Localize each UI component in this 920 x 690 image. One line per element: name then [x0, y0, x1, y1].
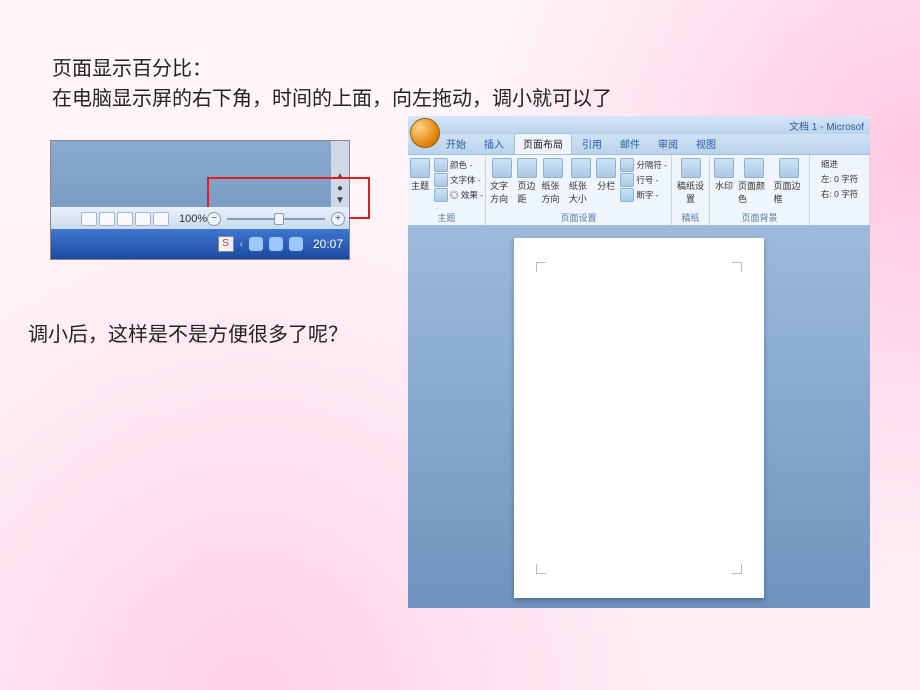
tray-icon-1[interactable]	[249, 237, 263, 251]
page-borders-button[interactable]: 页面边框	[774, 158, 806, 205]
breaks-icon	[620, 158, 634, 172]
theme-fonts-button[interactable]: 文字体 -	[434, 173, 483, 187]
group-paper-label: 稿纸	[681, 210, 699, 224]
tab-mailings[interactable]: 邮件	[612, 134, 648, 154]
tray-chevron-icon[interactable]: ‹	[240, 239, 243, 250]
orientation-button[interactable]: 纸张方向	[541, 158, 564, 205]
hyphenation-icon	[620, 188, 634, 202]
group-indent: 缩进 左: 0 字符 右: 0 字符	[810, 155, 870, 225]
document-page[interactable]	[514, 238, 764, 598]
page-setup-sub: 分隔符 - 行号 - 断字 -	[620, 158, 667, 202]
tab-home[interactable]: 开始	[438, 134, 474, 154]
ime-icon[interactable]: S	[218, 236, 234, 252]
tray-icon-2[interactable]	[269, 237, 283, 251]
orientation-icon	[543, 158, 563, 178]
margin-mark-bl-icon	[536, 564, 546, 574]
view-print-layout-icon[interactable]	[81, 212, 97, 226]
group-page-setup-label: 页面设置	[560, 210, 596, 224]
instruction-text: 页面显示百分比： 在电脑显示屏的右下角，时间的上面，向左拖动，调小就可以了	[52, 54, 692, 114]
ribbon-tabs: 开始 插入 页面布局 引用 邮件 审阅 视图	[408, 134, 870, 154]
line-numbers-icon	[620, 173, 634, 187]
theme-colors-button[interactable]: 颜色 -	[434, 158, 483, 172]
taskbar-clock[interactable]: 20:07	[313, 237, 343, 251]
columns-icon	[596, 158, 616, 178]
group-theme: 主题 颜色 - 文字体 - ◎ 效果 - 主题	[408, 155, 486, 225]
zoom-slider[interactable]	[227, 212, 325, 226]
size-button[interactable]: 纸张大小	[569, 158, 592, 205]
text-direction-icon	[492, 158, 512, 178]
view-outline-icon[interactable]	[135, 212, 151, 226]
view-draft-icon[interactable]	[153, 212, 169, 226]
manuscript-button[interactable]: 稿纸设置	[676, 158, 705, 205]
windows-taskbar: S ‹ 20:07	[51, 229, 349, 259]
themes-label: 主题	[411, 179, 429, 192]
tab-review[interactable]: 审阅	[650, 134, 686, 154]
tab-view[interactable]: 视图	[688, 134, 724, 154]
effects-icon	[434, 188, 448, 202]
breaks-button[interactable]: 分隔符 -	[620, 158, 667, 172]
group-page-setup: 文字方向 页边距 纸张方向 纸张大小 分栏 分隔符 - 行号 - 断字 - 页面…	[486, 155, 672, 225]
zoom-out-button[interactable]: −	[207, 212, 221, 226]
margin-mark-tl-icon	[536, 262, 546, 272]
ribbon: 主题 颜色 - 文字体 - ◎ 效果 - 主题 文字方向 页边距 纸张方向 纸张…	[408, 154, 870, 226]
page-borders-icon	[779, 158, 799, 178]
tab-insert[interactable]: 插入	[476, 134, 512, 154]
group-paper: 稿纸设置 稿纸	[672, 155, 710, 225]
word-window-screenshot: 文档 1 - Microsof 开始 插入 页面布局 引用 邮件 审阅 视图 主…	[408, 116, 870, 608]
page-color-button[interactable]: 页面颜色	[738, 158, 770, 205]
palette-icon	[434, 158, 448, 172]
watermark-icon	[714, 158, 734, 178]
tab-references[interactable]: 引用	[574, 134, 610, 154]
zoom-thumb-icon[interactable]	[274, 213, 284, 225]
group-page-bg: 水印 页面颜色 页面边框 页面背景	[710, 155, 810, 225]
line1: 页面显示百分比：	[52, 58, 212, 80]
zoom-control-screenshot: ▲ ● ▼ 100% − + S ‹ 20:07	[50, 140, 350, 260]
group-page-bg-label: 页面背景	[741, 210, 777, 224]
watermark-button[interactable]: 水印	[714, 158, 734, 192]
system-tray: S ‹ 20:07	[218, 236, 343, 252]
line2: 在电脑显示屏的右下角，时间的上面，向左拖动，调小就可以了	[52, 88, 612, 110]
zoom-track	[227, 218, 325, 220]
page-color-icon	[744, 158, 764, 178]
word-status-bar: 100% − +	[51, 207, 349, 231]
tab-page-layout[interactable]: 页面布局	[514, 133, 572, 154]
word-title: 文档 1 - Microsof	[789, 118, 864, 133]
manuscript-icon	[681, 158, 701, 178]
view-fullscreen-icon[interactable]	[99, 212, 115, 226]
themes-button[interactable]: 主题	[410, 158, 430, 192]
group-theme-label: 主题	[437, 210, 455, 224]
view-web-icon[interactable]	[117, 212, 133, 226]
followup-text: 调小后，这样是不是方便很多了呢？	[28, 320, 378, 350]
text-direction-button[interactable]: 文字方向	[490, 158, 513, 205]
columns-button[interactable]: 分栏	[596, 158, 616, 192]
line-numbers-button[interactable]: 行号 -	[620, 173, 667, 187]
hyphenation-button[interactable]: 断字 -	[620, 188, 667, 202]
indent-left[interactable]: 左: 0 字符	[821, 173, 858, 185]
themes-icon	[410, 158, 430, 178]
font-icon	[434, 173, 448, 187]
margin-mark-tr-icon	[732, 262, 742, 272]
line3: 调小后，这样是不是方便很多了呢？	[28, 324, 348, 346]
tray-icon-3[interactable]	[289, 237, 303, 251]
indent-title: 缩进	[821, 158, 858, 170]
zoom-in-button[interactable]: +	[331, 212, 345, 226]
office-button-icon[interactable]	[410, 118, 440, 148]
margins-button[interactable]: 页边距	[517, 158, 537, 205]
zoom-percent[interactable]: 100%	[179, 213, 207, 225]
theme-effects-button[interactable]: ◎ 效果 -	[434, 188, 483, 202]
theme-sub-buttons: 颜色 - 文字体 - ◎ 效果 -	[434, 158, 483, 202]
word-title-bar: 文档 1 - Microsof	[408, 116, 870, 134]
document-area[interactable]	[408, 226, 870, 608]
margins-icon	[517, 158, 537, 178]
view-buttons	[81, 212, 169, 226]
indent-right[interactable]: 右: 0 字符	[821, 188, 858, 200]
margin-mark-br-icon	[732, 564, 742, 574]
size-icon	[571, 158, 591, 178]
